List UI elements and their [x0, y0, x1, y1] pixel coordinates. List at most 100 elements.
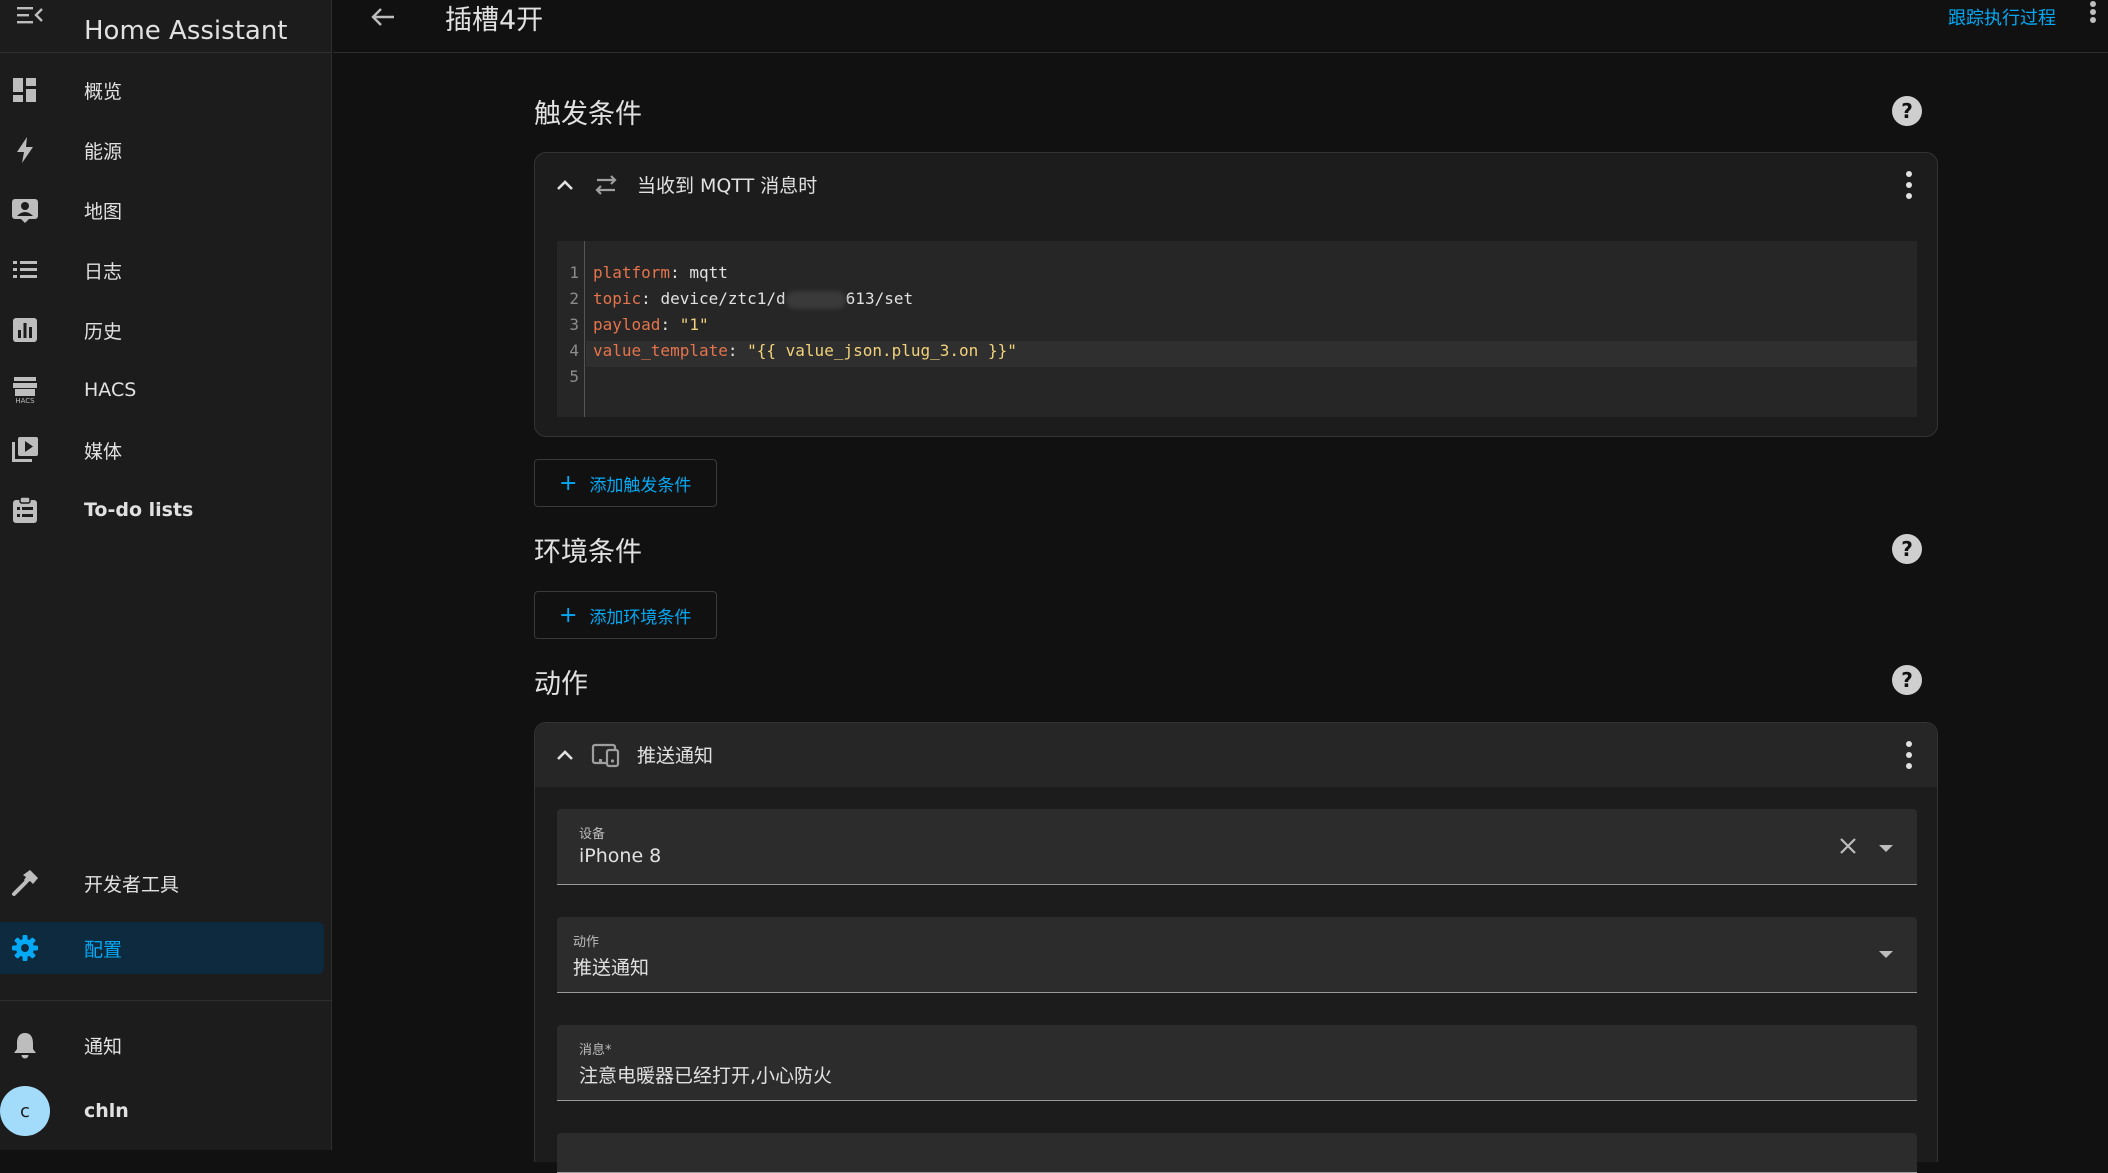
code-line: value_template: "{{ value_json.plug_3.on… [593, 341, 1017, 360]
field-label: 动作 [573, 935, 600, 950]
action-card-header[interactable]: 推送通知 [535, 723, 1937, 787]
sidebar-item-label: 地图 [84, 200, 123, 223]
menu-open-icon [17, 7, 43, 24]
sidebar-item-settings[interactable]: 配置 [0, 922, 324, 974]
gear-icon [10, 933, 40, 963]
add-condition-button[interactable]: + 添加环境条件 [534, 591, 717, 639]
sidebar-item-label: 历史 [84, 320, 123, 343]
sidebar-item-developer-tools[interactable]: 开发者工具 [0, 852, 324, 914]
device-select[interactable]: 设备 iPhone 8 [557, 809, 1917, 885]
chevron-up-icon[interactable] [553, 173, 577, 197]
overflow-menu-button[interactable] [2088, 0, 2108, 30]
sidebar-item-energy[interactable]: 能源 [0, 120, 324, 180]
sidebar-item-todo[interactable]: To-do lists [0, 480, 324, 540]
action-card-title: 推送通知 [637, 745, 714, 767]
line-number: 4 [569, 341, 579, 360]
triggers-section-title: 触发条件 [534, 99, 642, 130]
code-value-tail: 613/set [845, 289, 914, 308]
back-button[interactable] [363, 0, 403, 34]
plus-icon: + [559, 602, 578, 628]
field-label: 设备 [579, 827, 606, 842]
conditions-help-icon[interactable]: ? [1892, 534, 1922, 564]
line-number: 2 [569, 289, 579, 308]
code-key: value_template [593, 341, 728, 360]
dots-vertical-icon [2090, 1, 2096, 23]
close-icon[interactable] [1837, 835, 1859, 857]
field-value: iPhone 8 [579, 845, 662, 867]
actions-help-icon[interactable]: ? [1892, 665, 1922, 695]
sidebar-item-media[interactable]: 媒体 [0, 420, 324, 480]
field-label: 消息* [579, 1043, 612, 1058]
redacted-blur [785, 290, 846, 309]
media-play-icon [10, 435, 40, 465]
actions-section-title: 动作 [534, 669, 588, 700]
sidebar-item-history[interactable]: 历史 [0, 300, 324, 360]
sidebar-item-profile[interactable]: c chln [0, 1081, 324, 1141]
code-line: topic: device/ztc1/d 613/set [593, 289, 914, 309]
page-title: 插槽4开 [445, 5, 544, 36]
trigger-card-title: 当收到 MQTT 消息时 [637, 175, 818, 197]
sidebar-item-label: 概览 [84, 80, 123, 103]
bell-icon [10, 1030, 40, 1060]
map-account-icon [10, 195, 40, 225]
message-field[interactable]: 消息* 注意电暖器已经打开,小心防火 [557, 1025, 1917, 1101]
code-value: "1" [679, 315, 709, 334]
line-number: 5 [569, 367, 579, 386]
code-line: payload: "1" [593, 315, 709, 334]
sidebar-item-label: 能源 [84, 140, 123, 163]
app-title: Home Assistant [84, 16, 288, 46]
hacs-store-icon: HACS [10, 375, 40, 405]
top-bar: 插槽4开 跟踪执行过程 [333, 0, 2108, 53]
sidebar-item-label: 通知 [84, 1035, 123, 1058]
arrow-left-icon [371, 8, 394, 26]
sidebar-divider [0, 1000, 332, 1001]
svg-text:HACS: HACS [15, 397, 35, 404]
plus-icon: + [559, 470, 578, 496]
user-name: chln [84, 1100, 129, 1122]
chevron-down-icon[interactable] [1879, 845, 1893, 852]
sidebar-item-label: 配置 [84, 938, 123, 961]
devices-icon [591, 743, 620, 768]
field-value: 注意电暖器已经打开,小心防火 [579, 1065, 833, 1087]
hammer-icon [10, 868, 40, 898]
field-value: 推送通知 [573, 957, 650, 979]
list-icon [10, 255, 40, 285]
dashboard-icon [10, 75, 40, 105]
chevron-up-icon[interactable] [553, 743, 577, 767]
trigger-card-header[interactable]: 当收到 MQTT 消息时 [535, 153, 1937, 217]
sidebar-bottom-nav: 开发者工具 配置 [0, 852, 332, 974]
sidebar-item-label: 开发者工具 [84, 873, 180, 896]
code-value: device/ztc1/d [660, 289, 786, 308]
action-select[interactable]: 动作 推送通知 [557, 917, 1917, 993]
sidebar-header: Home Assistant [0, 0, 331, 53]
sidebar-item-hacs[interactable]: HACS HACS [0, 360, 324, 420]
code-value: "{{ value_json.plug_3.on }}" [747, 341, 1017, 360]
next-field[interactable] [557, 1133, 1917, 1173]
sidebar-item-notifications[interactable]: 通知 [0, 1015, 324, 1075]
add-trigger-button[interactable]: + 添加触发条件 [534, 459, 717, 507]
add-trigger-label: 添加触发条件 [589, 475, 692, 496]
sidebar-item-logbook[interactable]: 日志 [0, 240, 324, 300]
line-number: 3 [569, 315, 579, 334]
trace-link[interactable]: 跟踪执行过程 [1948, 4, 2056, 30]
menu-collapse-button[interactable] [4, 0, 56, 36]
action-menu-button[interactable] [1905, 741, 1913, 769]
trigger-menu-button[interactable] [1905, 171, 1913, 199]
triggers-help-icon[interactable]: ? [1892, 96, 1922, 126]
sidebar: Home Assistant 概览 能源 地图 日志 历史 HACS HACS [0, 0, 332, 1150]
code-key: payload [593, 315, 661, 334]
action-card: 推送通知 设备 iPhone 8 动作 推送通知 消息* 注意电暖器已经打开,小… [534, 722, 1938, 1173]
code-value: mqtt [689, 263, 728, 282]
trigger-card: 当收到 MQTT 消息时 1 2 3 4 5 platform: mqtt to… [534, 152, 1938, 437]
sidebar-item-label: 日志 [84, 260, 123, 283]
sidebar-item-overview[interactable]: 概览 [0, 60, 324, 120]
yaml-code-editor[interactable]: 1 2 3 4 5 platform: mqtt topic: device/z… [557, 241, 1917, 417]
clipboard-list-icon [10, 495, 40, 525]
sidebar-item-label: 媒体 [84, 440, 123, 463]
line-number: 1 [569, 263, 579, 282]
conditions-section-title: 环境条件 [534, 537, 642, 568]
sidebar-item-map[interactable]: 地图 [0, 180, 324, 240]
sidebar-nav: 概览 能源 地图 日志 历史 HACS HACS 媒体 To-do lists [0, 60, 332, 540]
avatar: c [0, 1086, 50, 1136]
chevron-down-icon[interactable] [1879, 951, 1893, 958]
